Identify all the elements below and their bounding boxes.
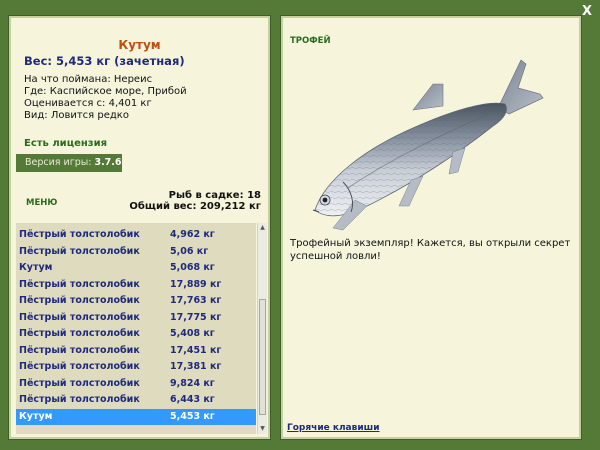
bait-info: На что поймана: Нереис — [24, 74, 153, 85]
catch-list-item[interactable]: Пёстрый толстолобик 17,889 кг — [16, 277, 256, 294]
keepnet-total-weight: Общий вес: 209,212 кг — [129, 201, 261, 212]
trophy-panel: ТРОФЕЙ Трофейный экземпляр! Кажется, вы … — [280, 15, 582, 440]
catch-list-item[interactable]: Пёстрый толстолобик 17,775 кг — [16, 310, 256, 327]
arrow-up-icon[interactable]: ▲ — [258, 223, 267, 233]
catch-fish-name: Пёстрый толстолобик — [19, 394, 140, 405]
catch-list-item[interactable]: Пёстрый толстолобик 9,824 кг — [16, 376, 256, 393]
catch-fish-weight: 17,381 кг — [170, 361, 222, 372]
catch-fish-weight: 17,451 кг — [170, 344, 222, 356]
value-info: Оценивается с: 4,401 кг — [24, 98, 152, 109]
catch-fish-name: Кутум — [19, 410, 53, 422]
close-button[interactable]: X — [579, 4, 595, 20]
catch-fish-name: Пёстрый толстолобик — [19, 344, 140, 356]
keepnet-count: Рыб в садке: 18 — [168, 190, 261, 201]
version-badge: Версия игры: 3.7.6 — [16, 154, 122, 172]
catch-list-item[interactable]: Кутум 5,453 кг — [16, 408, 256, 425]
location-info: Где: Каспийское море, Прибой — [24, 86, 187, 97]
catch-fish-weight: 9,824 кг — [170, 377, 215, 389]
version-label: Версия игры: — [25, 157, 92, 168]
catch-fish-weight: 5,06 кг — [170, 245, 209, 257]
catch-fish-name: Пёстрый толстолобик — [19, 278, 140, 290]
catch-list-item[interactable]: Пёстрый толстолобик 5,06 кг — [16, 244, 256, 261]
catch-fish-name: Пёстрый толстолобик — [19, 295, 140, 306]
catch-fish-weight: 5,408 кг — [170, 328, 215, 339]
catch-list-item[interactable]: Пёстрый толстолобик 4,962 кг — [16, 227, 256, 244]
catch-list-item[interactable]: Пёстрый толстолобик 17,381 кг — [16, 359, 256, 376]
catch-list-item[interactable]: Пёстрый толстолобик 6,443 кг — [16, 392, 256, 409]
catch-fish-weight: 17,775 кг — [170, 311, 222, 323]
catch-fish-weight: 6,443 кг — [170, 394, 215, 405]
catch-list-item[interactable]: Пёстрый толстолобик 17,451 кг — [16, 343, 256, 360]
fish-name: Кутум — [118, 38, 161, 52]
catch-fish-name: Пёстрый толстолобик — [19, 361, 140, 372]
fish-weight: Вес: 5,453 кг (зачетная) — [24, 54, 185, 68]
catch-fish-name: Пёстрый толстолобик — [19, 377, 140, 389]
catch-list-scrollbar[interactable]: ▲ ▼ — [257, 223, 267, 434]
license-status: Есть лицензия — [24, 138, 108, 149]
catch-list-item[interactable]: Пёстрый толстолобик 5,408 кг — [16, 326, 256, 343]
catch-list-item[interactable]: Кутум 5,068 кг — [16, 260, 256, 277]
catch-info-panel: Кутум Вес: 5,453 кг (зачетная) На что по… — [8, 15, 271, 440]
catch-fish-weight: 4,962 кг — [170, 229, 215, 240]
catch-fish-name: Пёстрый толстолобик — [19, 245, 140, 257]
catch-fish-name: Пёстрый толстолобик — [19, 229, 140, 240]
version-number: 3.7.6 — [94, 157, 122, 168]
hotkeys-link[interactable]: Горячие клавиши — [287, 423, 380, 433]
catch-fish-weight: 17,763 кг — [170, 295, 222, 306]
rarity-info: Вид: Ловится редко — [24, 110, 129, 121]
close-icon: X — [581, 4, 593, 19]
arrow-down-icon[interactable]: ▼ — [258, 424, 267, 434]
scrollbar-thumb[interactable] — [259, 299, 266, 415]
catch-fish-weight: 5,068 кг — [170, 262, 215, 273]
catch-fish-name: Кутум — [19, 262, 53, 273]
catch-fish-weight: 5,453 кг — [170, 410, 215, 422]
catch-fish-weight: 17,889 кг — [170, 278, 222, 290]
menu-button[interactable]: МЕНЮ — [26, 198, 57, 208]
catch-fish-name: Пёстрый толстолобик — [19, 311, 140, 323]
catch-list[interactable]: Пёстрый толстолобик 4,962 кг Пёстрый толст… — [16, 223, 256, 434]
trophy-message: Трофейный экземпляр! Кажется, вы открыли… — [290, 238, 571, 262]
catch-fish-name: Пёстрый толстолобик — [19, 328, 140, 339]
catch-list-item[interactable]: Пёстрый толстолобик 17,763 кг — [16, 293, 256, 310]
fish-image — [312, 59, 544, 231]
